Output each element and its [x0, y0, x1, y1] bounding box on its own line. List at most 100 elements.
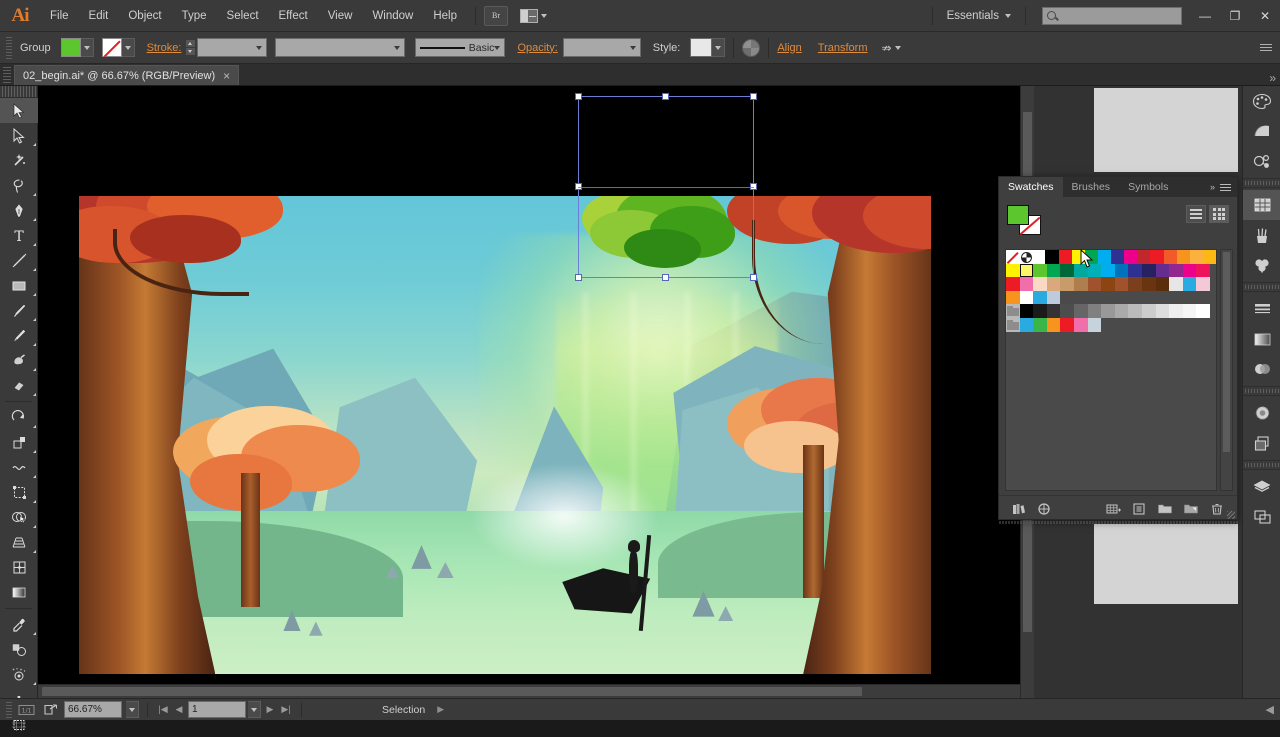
control-bar-menu-icon[interactable]	[1260, 44, 1272, 51]
width-tool[interactable]	[0, 455, 38, 480]
show-swatch-kinds-menu-icon[interactable]	[1033, 499, 1057, 519]
swatch-color-group-folder[interactable]	[1006, 304, 1020, 318]
opacity-label[interactable]: Opacity:	[517, 42, 557, 54]
swatch-grid[interactable]	[1005, 249, 1217, 491]
selection-handle-n[interactable]	[662, 93, 669, 100]
recolor-artwork-icon[interactable]	[742, 38, 761, 57]
tab-bar-grip[interactable]	[3, 67, 11, 83]
swatch-color[interactable]	[1182, 277, 1197, 291]
swatch-color[interactable]	[1073, 263, 1088, 278]
swatch-color[interactable]	[1046, 304, 1061, 318]
pencil-tool[interactable]	[0, 323, 38, 348]
magic-wand-tool[interactable]	[0, 148, 38, 173]
swatches-panel[interactable]: Swatches Brushes Symbols »	[998, 176, 1238, 520]
swatch-color[interactable]	[1006, 290, 1020, 305]
last-artboard-button[interactable]: ▶|	[279, 702, 293, 718]
swatch-color[interactable]	[1060, 263, 1074, 278]
swatch-color[interactable]	[1019, 304, 1034, 318]
layers-panel-icon[interactable]	[1243, 472, 1280, 502]
artboards-panel-icon[interactable]	[1243, 502, 1280, 532]
tab-swatches[interactable]: Swatches	[999, 177, 1063, 197]
new-swatch-icon[interactable]	[1179, 499, 1203, 519]
swatch-color[interactable]	[1111, 250, 1125, 264]
swatch-color-selected[interactable]	[1019, 263, 1034, 278]
swatch-color[interactable]	[1046, 317, 1061, 332]
tools-panel-grip[interactable]	[0, 86, 37, 98]
shape-builder-tool[interactable]	[0, 505, 38, 530]
fill-color-dropdown[interactable]	[80, 38, 94, 57]
document-tab[interactable]: 02_begin.ai* @ 66.67% (RGB/Preview) ×	[14, 65, 240, 85]
symbols-panel-icon[interactable]	[1243, 250, 1280, 280]
maximize-button[interactable]: ❐	[1220, 0, 1250, 32]
swatch-color[interactable]	[1155, 304, 1170, 318]
canvas-area[interactable]	[38, 86, 1034, 698]
swatch-color[interactable]	[1101, 277, 1115, 291]
stroke-color-swatch[interactable]	[101, 38, 122, 57]
panel-bottom-grip[interactable]	[998, 519, 1238, 525]
graphic-style-dropdown[interactable]	[712, 38, 726, 57]
graphic-styles-panel-icon[interactable]	[1243, 428, 1280, 458]
swatch-color[interactable]	[1114, 263, 1129, 278]
mesh-tool[interactable]	[0, 555, 38, 580]
collapse-panel-icon[interactable]: »	[1210, 182, 1215, 192]
more-options-button[interactable]: ⇏	[882, 41, 901, 55]
swatch-color[interactable]	[1060, 304, 1074, 318]
new-swatch-folder-icon[interactable]	[1153, 499, 1177, 519]
menu-type[interactable]: Type	[172, 0, 217, 32]
swatch-color[interactable]	[1196, 304, 1210, 318]
previous-artboard-button[interactable]: ◀	[172, 702, 186, 718]
swatch-color[interactable]	[1101, 304, 1115, 318]
menu-window[interactable]: Window	[362, 0, 423, 32]
stroke-color-dropdown[interactable]	[121, 38, 135, 57]
swatch-color[interactable]	[1073, 277, 1088, 291]
swatch-color[interactable]	[1046, 290, 1061, 305]
grid-view-button[interactable]	[1209, 205, 1229, 223]
search-input[interactable]	[1042, 6, 1182, 25]
stroke-weight-combo[interactable]	[197, 38, 268, 57]
swatch-color[interactable]	[1114, 277, 1129, 291]
swatch-panel-scrollbar[interactable]	[1220, 249, 1233, 491]
swatch-none[interactable]	[1006, 250, 1020, 264]
swatch-color[interactable]	[1196, 277, 1210, 291]
stroke-weight-stepper[interactable]	[186, 40, 196, 55]
color-panel-icon[interactable]	[1243, 86, 1280, 116]
appearance-panel-icon[interactable]	[1243, 398, 1280, 428]
menu-help[interactable]: Help	[423, 0, 467, 32]
swatch-color[interactable]	[1084, 250, 1098, 264]
minimize-button[interactable]: —	[1190, 0, 1220, 32]
swatch-color[interactable]	[1073, 304, 1088, 318]
first-artboard-button[interactable]: |◀	[156, 702, 170, 718]
artboard-number-dropdown[interactable]	[248, 701, 261, 718]
artwork[interactable]	[79, 196, 931, 674]
swatch-color[interactable]	[1033, 304, 1047, 318]
blob-brush-tool[interactable]	[0, 348, 38, 373]
horizontal-scroll-thumb[interactable]	[42, 687, 862, 696]
stroke-label[interactable]: Stroke:	[147, 42, 182, 54]
artboard-navigation-icon[interactable]: 1/1	[16, 702, 36, 718]
swatch-color[interactable]	[1128, 304, 1142, 318]
selection-handle-nw[interactable]	[575, 93, 582, 100]
swatch-color[interactable]	[1155, 277, 1170, 291]
swatch-color[interactable]	[1032, 250, 1046, 264]
stroke-color-control[interactable]	[101, 38, 135, 57]
lasso-tool[interactable]	[0, 173, 38, 198]
swatch-color[interactable]	[1060, 277, 1074, 291]
menu-object[interactable]: Object	[118, 0, 171, 32]
swatch-color[interactable]	[1006, 263, 1020, 278]
swatch-color[interactable]	[1196, 263, 1210, 278]
graphic-style-swatch[interactable]	[690, 38, 713, 57]
free-transform-tool[interactable]	[0, 480, 38, 505]
swatch-color[interactable]	[1189, 250, 1203, 264]
selection-handle-ne[interactable]	[750, 93, 757, 100]
swatch-color[interactable]	[1176, 250, 1190, 264]
fill-stroke-indicator[interactable]	[1007, 205, 1041, 235]
menu-select[interactable]: Select	[217, 0, 269, 32]
brush-definition-combo[interactable]: Basic	[415, 38, 506, 57]
swatch-color[interactable]	[1060, 317, 1074, 332]
share-on-behance-icon[interactable]	[40, 702, 60, 718]
symbol-sprayer-tool[interactable]	[0, 662, 38, 687]
swatch-color[interactable]	[1128, 263, 1142, 278]
next-artboard-button[interactable]: ▶	[263, 702, 277, 718]
swatch-color[interactable]	[1033, 317, 1047, 332]
swatch-color[interactable]	[1182, 263, 1197, 278]
